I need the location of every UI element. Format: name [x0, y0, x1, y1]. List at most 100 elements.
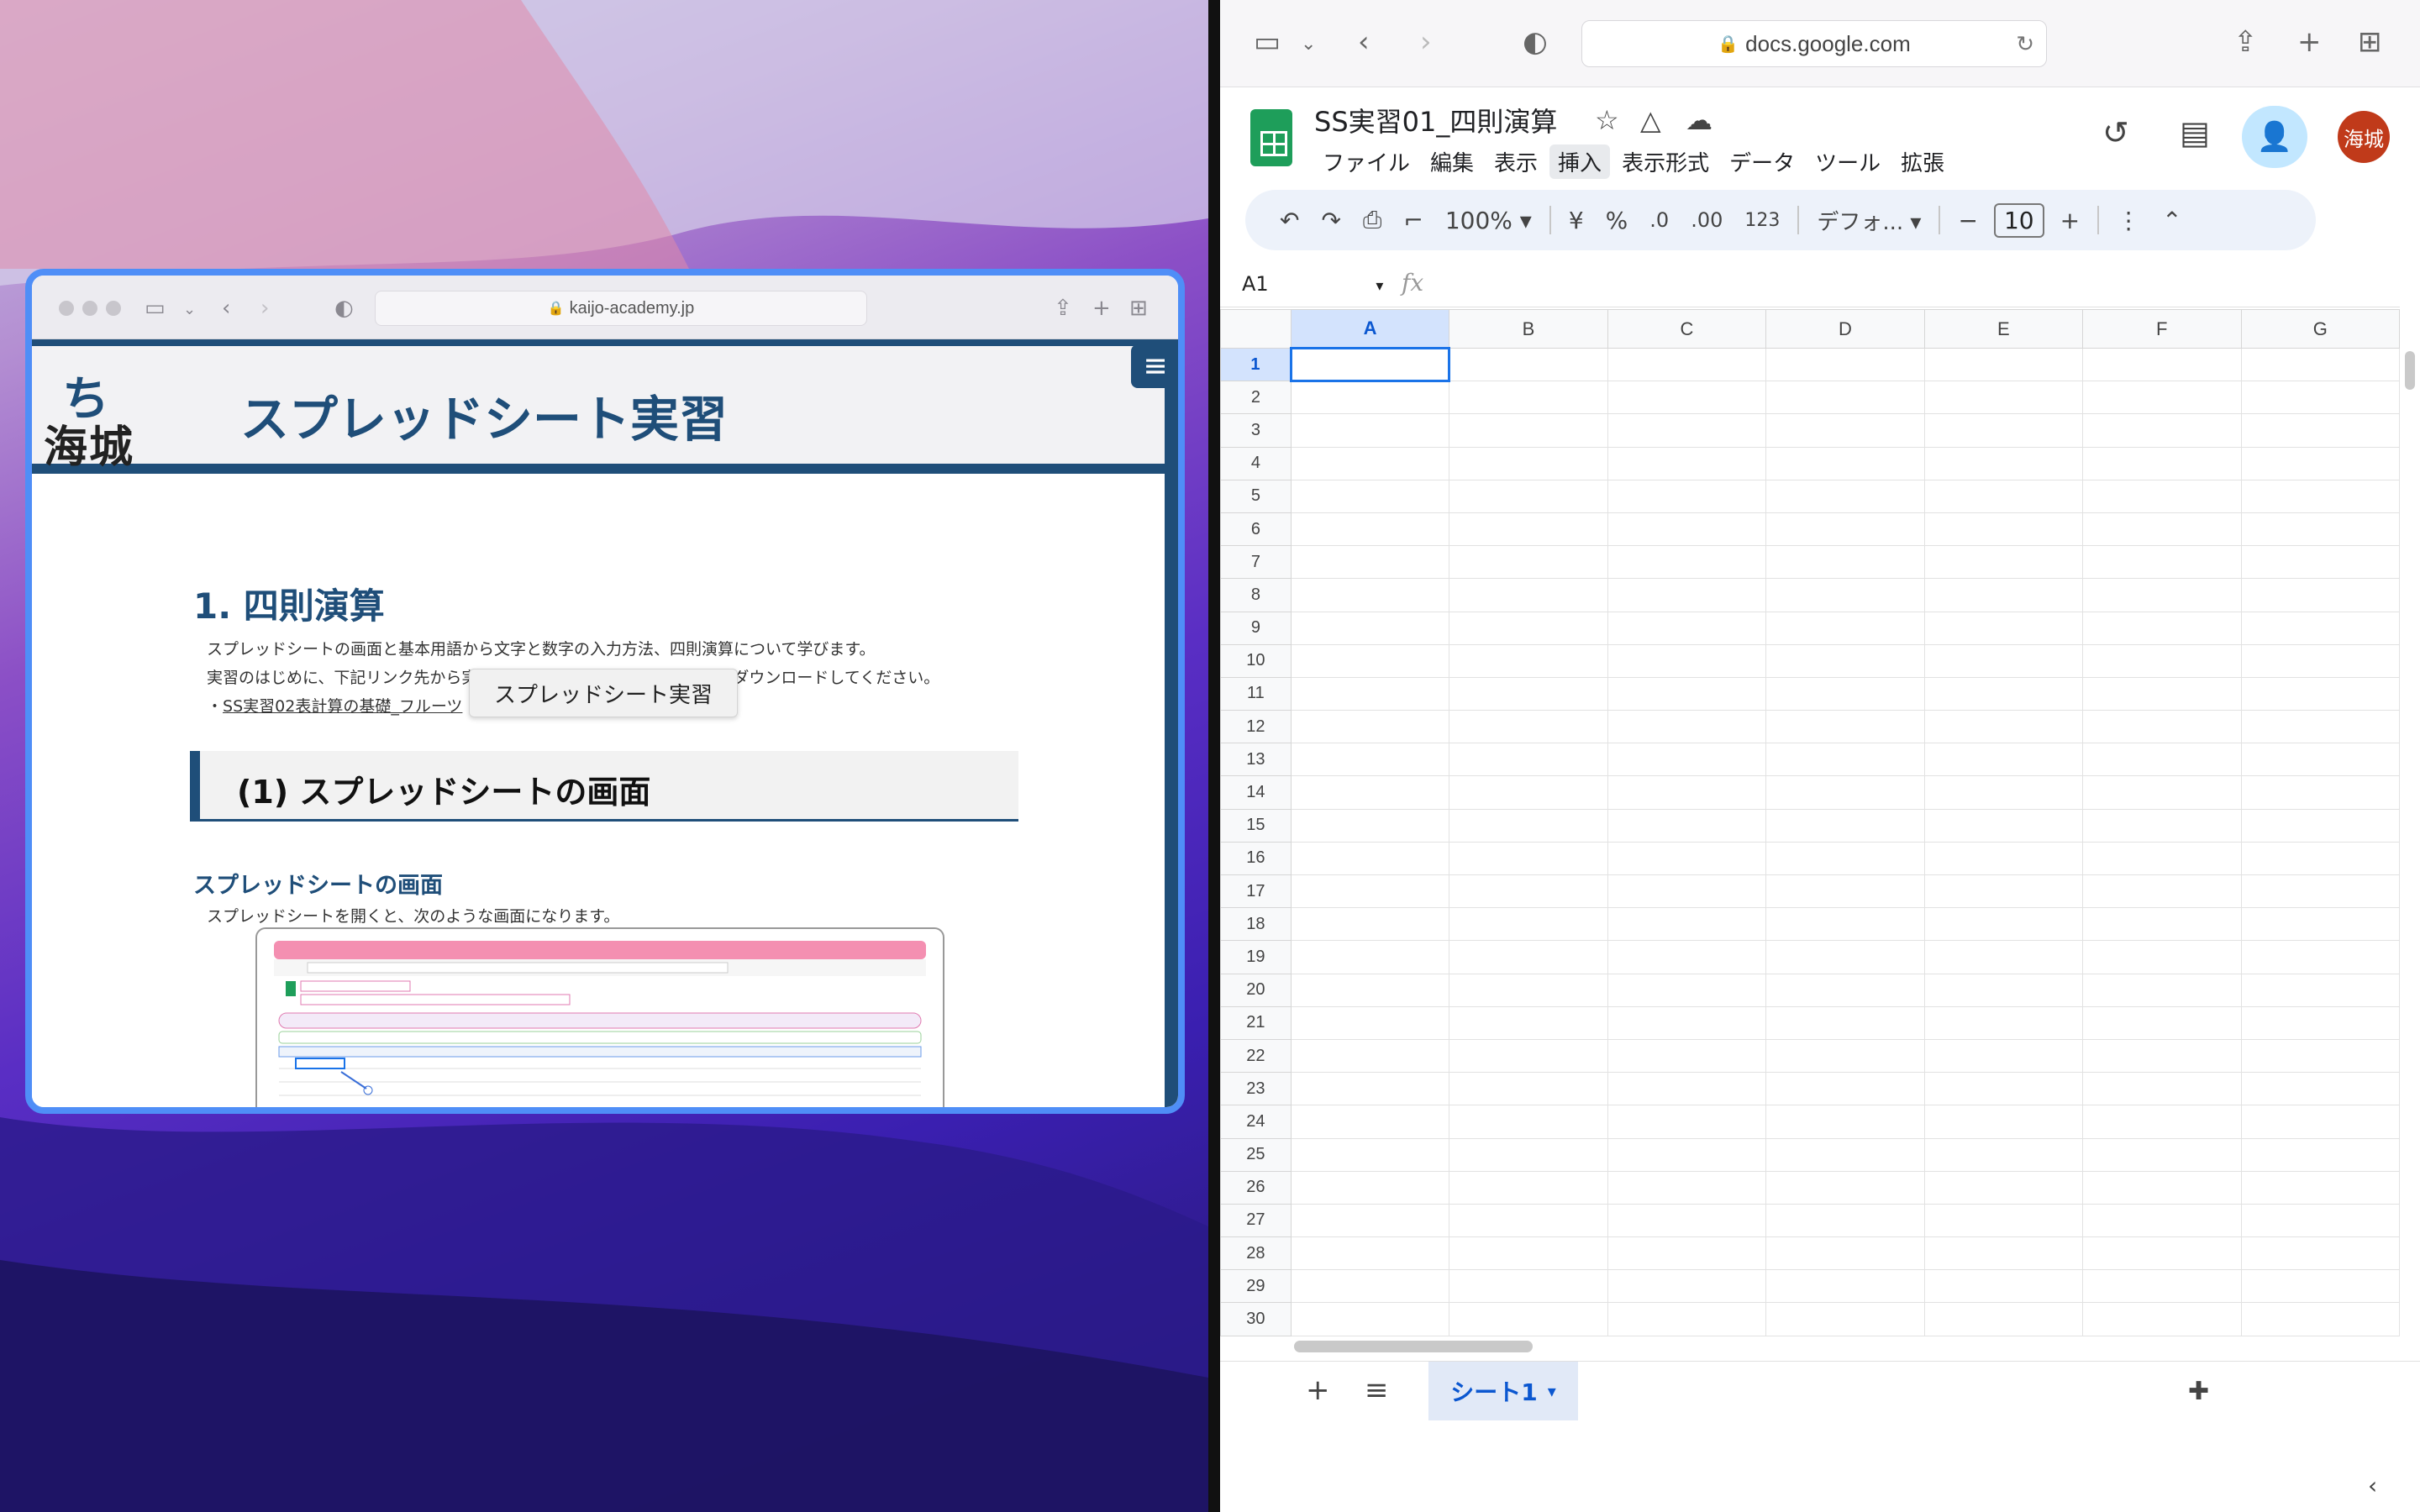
grid-cell[interactable] — [1449, 578, 1608, 612]
grid-cell[interactable] — [1607, 643, 1767, 678]
select-all-corner[interactable] — [1220, 309, 1292, 349]
grid-cell[interactable] — [2082, 1236, 2242, 1271]
row-header[interactable]: 26 — [1220, 1170, 1292, 1205]
grid-cell[interactable] — [2082, 743, 2242, 777]
grid-cell[interactable] — [1607, 1105, 1767, 1139]
share-icon[interactable]: ⇪ — [1054, 296, 1072, 321]
grid-cell[interactable] — [2240, 1038, 2400, 1074]
grid-cell[interactable] — [2082, 347, 2242, 382]
grid-cell[interactable] — [1449, 1302, 1608, 1336]
grid-cell[interactable] — [1765, 1137, 1925, 1172]
grid-cell[interactable] — [1923, 973, 2084, 1007]
grid-cell[interactable] — [2082, 907, 2242, 942]
grid-cell[interactable] — [1923, 545, 2084, 580]
star-icon[interactable]: ☆ — [1595, 104, 1619, 136]
cloud-saved-icon[interactable]: ☁ — [1686, 104, 1712, 136]
grid-cell[interactable] — [2240, 1137, 2400, 1172]
grid-cell[interactable] — [1607, 413, 1767, 448]
grid-cell[interactable] — [2240, 446, 2400, 480]
zoom-select[interactable]: 100% ▾ — [1434, 207, 1543, 234]
menu-view[interactable]: 表示 — [1486, 144, 1546, 179]
grid-cell[interactable] — [1607, 1170, 1767, 1205]
grid-cell[interactable] — [1923, 1038, 2084, 1074]
row-header[interactable]: 13 — [1220, 743, 1292, 777]
grid-cell[interactable] — [1449, 347, 1608, 382]
grid-cell[interactable] — [1765, 1236, 1925, 1271]
grid-cell[interactable] — [1765, 512, 1925, 547]
grid-cell[interactable] — [2240, 775, 2400, 810]
row-header[interactable]: 21 — [1220, 1005, 1292, 1040]
grid-cell[interactable] — [1765, 1269, 1925, 1304]
explore-icon[interactable]: ✚ — [2188, 1377, 2209, 1406]
row-header[interactable]: 2 — [1220, 381, 1292, 415]
grid-cell[interactable] — [1290, 775, 1450, 810]
grid-cell[interactable] — [1923, 1137, 2084, 1172]
grid-cell[interactable] — [1923, 643, 2084, 678]
row-header[interactable]: 6 — [1220, 512, 1292, 547]
grid-cell[interactable] — [1449, 512, 1608, 547]
horizontal-scroll-thumb[interactable] — [1294, 1341, 1533, 1352]
grid-cell[interactable] — [1607, 1302, 1767, 1336]
grid-cell[interactable] — [1449, 1038, 1608, 1074]
grid-cell[interactable] — [1765, 808, 1925, 843]
grid-cell[interactable] — [2240, 1072, 2400, 1106]
close-window-button[interactable] — [59, 301, 74, 316]
grid-cell[interactable] — [2082, 940, 2242, 974]
font-size-input[interactable]: 10 — [1993, 202, 2044, 238]
row-header[interactable]: 8 — [1220, 578, 1292, 612]
grid-cell[interactable] — [2082, 611, 2242, 645]
grid-cell[interactable] — [1290, 512, 1450, 547]
paint-format-icon[interactable]: ⌐ — [1392, 207, 1434, 234]
row-header[interactable]: 15 — [1220, 808, 1292, 843]
grid-cell[interactable] — [1765, 413, 1925, 448]
grid-cell[interactable] — [1449, 940, 1608, 974]
grid-cell[interactable] — [2082, 479, 2242, 513]
row-header[interactable]: 17 — [1220, 874, 1292, 909]
grid-cell[interactable] — [1923, 1236, 2084, 1271]
column-header[interactable]: C — [1607, 309, 1767, 349]
zoom-window-button[interactable] — [106, 301, 121, 316]
grid-cell[interactable] — [1607, 347, 1767, 382]
row-header[interactable]: 24 — [1220, 1105, 1292, 1139]
version-history-icon[interactable]: ↺ — [2102, 114, 2129, 151]
grid-cell[interactable] — [1765, 1005, 1925, 1040]
grid-cell[interactable] — [1765, 381, 1925, 415]
grid-cell[interactable] — [1449, 743, 1608, 777]
grid-cell[interactable] — [1607, 1072, 1767, 1106]
grid-cell[interactable] — [2240, 1203, 2400, 1238]
column-header[interactable]: A — [1290, 309, 1450, 349]
grid-cell[interactable] — [1290, 611, 1450, 645]
grid-cell[interactable] — [2240, 1236, 2400, 1271]
grid-cell[interactable] — [2082, 643, 2242, 678]
grid-cell[interactable] — [1449, 1105, 1608, 1139]
grid-cell[interactable] — [1607, 973, 1767, 1007]
sheet-tab[interactable]: シート1 ▾ — [1428, 1362, 1578, 1420]
grid-cell[interactable] — [1607, 1269, 1767, 1304]
grid-cell[interactable] — [1923, 1170, 2084, 1205]
grid-cell[interactable] — [1923, 808, 2084, 843]
grid-cell[interactable] — [1449, 907, 1608, 942]
grid-cell[interactable] — [1765, 1302, 1925, 1336]
decrease-decimal-button[interactable]: .0 — [1639, 208, 1680, 232]
grid-cell[interactable] — [1290, 874, 1450, 909]
grid-cell[interactable] — [1290, 676, 1450, 711]
sidebar-toggle-icon[interactable]: ▭ — [1254, 25, 1281, 59]
grid-cell[interactable] — [1290, 446, 1450, 480]
menu-format[interactable]: 表示形式 — [1613, 144, 1718, 179]
grid-cell[interactable] — [2240, 611, 2400, 645]
grid-cell[interactable] — [1290, 1072, 1450, 1106]
grid-cell[interactable] — [2240, 347, 2400, 382]
grid-cell[interactable] — [2240, 808, 2400, 843]
minimize-window-button[interactable] — [82, 301, 97, 316]
grid-cell[interactable] — [1923, 1072, 2084, 1106]
grid-cell[interactable] — [1449, 874, 1608, 909]
grid-cell[interactable] — [1765, 347, 1925, 382]
chevron-down-icon[interactable]: ⌄ — [183, 301, 196, 318]
grid-cell[interactable] — [1765, 874, 1925, 909]
grid-cell[interactable] — [2082, 578, 2242, 612]
grid-cell[interactable] — [2082, 1302, 2242, 1336]
grid-cell[interactable] — [1449, 1203, 1608, 1238]
grid-cell[interactable] — [2240, 874, 2400, 909]
column-header[interactable]: G — [2240, 309, 2400, 349]
grid-cell[interactable] — [1765, 973, 1925, 1007]
